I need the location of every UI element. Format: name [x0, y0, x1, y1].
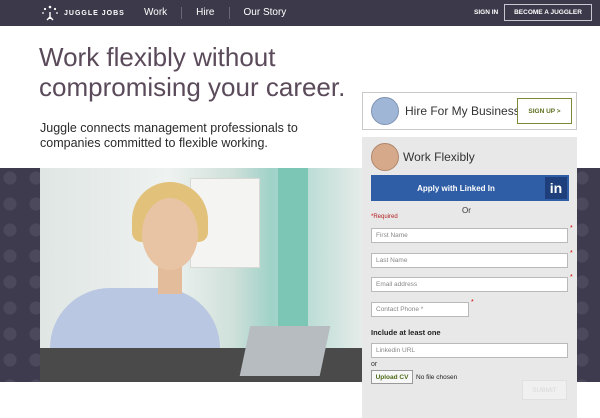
work-flexibly-form: Work Flexibly Apply with Linked In in Or… — [362, 137, 577, 418]
apply-with-linkedin-button[interactable]: Apply with Linked In in — [371, 175, 569, 201]
professional-avatar-icon — [371, 143, 399, 171]
submit-button[interactable]: SUBMIT — [522, 380, 567, 400]
email-field[interactable]: Email address — [371, 277, 568, 292]
sign-up-button[interactable]: SIGN UP > — [517, 98, 572, 124]
nav-hire[interactable]: Hire — [182, 7, 230, 19]
last-name-field[interactable]: Last Name — [371, 253, 568, 268]
person-head — [142, 198, 198, 270]
required-label: Required — [373, 214, 398, 220]
logo-text: JUGGLE JOBS — [64, 9, 125, 17]
required-star: * — [570, 225, 573, 232]
first-name-field[interactable]: First Name — [371, 228, 568, 243]
hero-subtitle: Juggle connects management professionals… — [40, 121, 298, 150]
upload-cv-button[interactable]: Upload CV — [371, 370, 413, 384]
main-nav: Work Hire Our Story — [130, 0, 300, 26]
juggle-jobs-logo[interactable]: JUGGLE JOBS — [40, 4, 125, 22]
background-pillar — [278, 168, 308, 338]
sign-in-link[interactable]: SIGN IN — [474, 9, 498, 16]
linkedin-icon: in — [545, 177, 567, 199]
or-small-label: or — [371, 361, 378, 368]
required-star: * — [570, 274, 573, 281]
business-people-avatar-icon — [371, 97, 399, 125]
include-at-least-one-label: Include at least one — [371, 328, 441, 337]
become-a-juggler-button[interactable]: BECOME A JUGGLER — [504, 4, 592, 21]
linkedin-url-field[interactable]: Linkedin URL — [371, 343, 568, 358]
nav-our-story[interactable]: Our Story — [230, 7, 301, 19]
hero-title: Work flexibly without compromising your … — [39, 42, 346, 102]
hero-photo — [40, 168, 362, 382]
nav-work[interactable]: Work — [130, 7, 183, 19]
juggler-logo-icon — [42, 5, 58, 21]
or-separator: Or — [462, 206, 471, 215]
form-title: Work Flexibly — [403, 150, 475, 164]
required-note: *Required — [371, 214, 398, 220]
required-star: * — [570, 250, 573, 257]
required-star: * — [471, 299, 474, 306]
no-file-chosen-label: No file chosen — [416, 374, 458, 381]
laptop — [239, 326, 331, 376]
contact-phone-field[interactable]: Contact Phone * — [371, 302, 469, 317]
hire-card-title: Hire For My Business — [405, 104, 520, 118]
hire-card: Hire For My Business SIGN UP > — [362, 92, 577, 130]
top-navigation: JUGGLE JOBS Work Hire Our Story SIGN IN … — [0, 0, 600, 26]
linkedin-button-label: Apply with Linked In — [417, 183, 495, 193]
